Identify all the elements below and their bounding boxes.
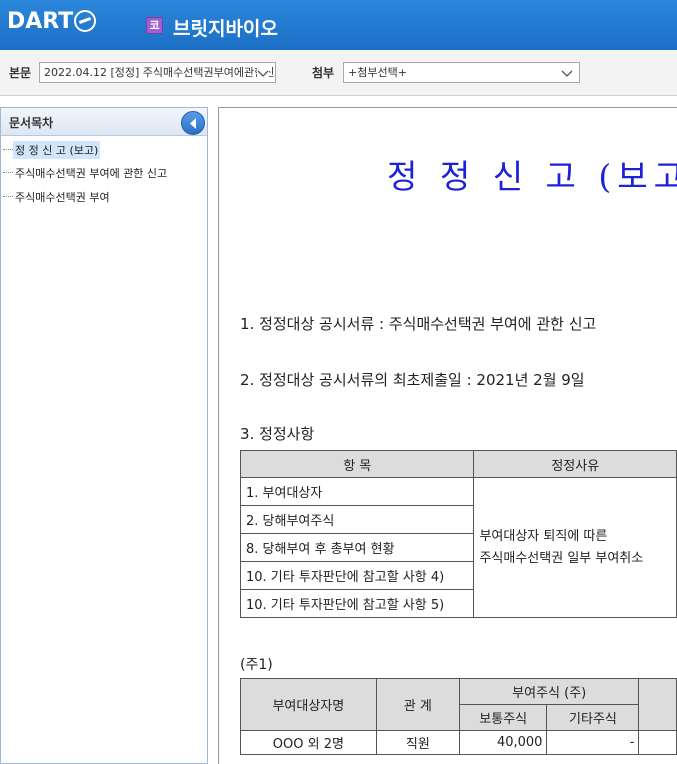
document-title: 정 정 신 고 (보고) <box>387 157 677 196</box>
table-row: 8. 당해부여 후 총부여 현황 <box>239 533 475 562</box>
toolbar: 본문 2022.04.12 [정정] 주식매수선택권부여에관한신고 첨부 +첨부… <box>0 50 677 96</box>
corp-type-badge: 코 <box>146 17 163 34</box>
toc-header: 문서목차 <box>1 108 207 136</box>
grantee-name: OOO 외 2명 <box>240 730 377 755</box>
toc-sidebar: 문서목차 정 정 신 고 (보고) 주식매수선택권 부여에 관한 신고 주식매수… <box>0 107 208 764</box>
correction-reason: 부여대상자 퇴직에 따른 주식매수선택권 일부 부여취소 <box>473 477 677 618</box>
document-view: 정 정 신 고 (보고) 1. 정정대상 공시서류 : 주식매수선택권 부여에 … <box>218 107 677 764</box>
grantee-other-shares: - <box>546 730 640 755</box>
table-header-reason: 정정사유 <box>473 450 677 478</box>
correction-items-table: 항 목 정정사유 1. 부여대상자 부여대상자 퇴직에 따른 주식매수선택권 일… <box>239 450 677 618</box>
dart-viewer: DART 코 브릿지바이오 본문 2022.04.12 [정정] 주식매수선택권… <box>0 0 677 764</box>
logo-emblem-icon <box>74 10 97 32</box>
header-cutoff <box>638 678 677 731</box>
grantee-common-shares: 40,000 <box>458 730 548 755</box>
body-label: 본문 <box>9 66 32 80</box>
reason-line: 주식매수선택권 일부 부여취소 <box>479 550 644 566</box>
original-submission-date: 2. 정정대상 공시서류의 최초제출일 : 2021년 2월 9일 <box>240 371 585 389</box>
note-label: (주1) <box>240 657 273 673</box>
reason-line: 부여대상자 퇴직에 따른 <box>479 528 608 544</box>
tree-line <box>3 172 13 173</box>
chevron-down-icon <box>257 67 269 79</box>
tree-line <box>3 149 13 150</box>
body-select[interactable]: 2022.04.12 [정정] 주식매수선택권부여에관한신고 <box>39 62 276 83</box>
grantee-table: 부여대상자명 관 계 부여주식 (주) 보통주식 기타주식 OOO 외 2명 직… <box>240 678 677 755</box>
tree-line <box>3 196 13 197</box>
body-select-value: 2022.04.12 [정정] 주식매수선택권부여에관한신고 <box>44 66 276 79</box>
header-granted-shares: 부여주식 (주) <box>458 678 640 705</box>
header-relation: 관 계 <box>375 678 460 731</box>
header-bar: DART 코 브릿지바이오 <box>0 0 677 50</box>
attach-label: 첨부 <box>312 66 335 80</box>
header-grantee-name: 부여대상자명 <box>240 678 377 731</box>
collapse-sidebar-button[interactable] <box>181 111 205 135</box>
chevron-down-icon <box>561 70 573 77</box>
logo-text: DART <box>7 8 74 34</box>
correction-items-heading: 3. 정정사항 <box>240 425 315 443</box>
grantee-cutoff-cell <box>638 730 677 755</box>
attach-select[interactable]: +첨부선택+ <box>343 62 580 83</box>
toc-item-label: 정 정 신 고 (보고) <box>13 141 101 159</box>
correction-target-doc: 1. 정정대상 공시서류 : 주식매수선택권 부여에 관한 신고 <box>240 315 597 333</box>
chevron-left-icon <box>190 118 196 129</box>
attach-select-value: +첨부선택+ <box>348 66 407 79</box>
toc-title: 문서목차 <box>9 116 54 130</box>
grantee-relation: 직원 <box>375 730 460 755</box>
table-header-item: 항 목 <box>239 450 475 478</box>
table-row: 10. 기타 투자판단에 참고할 사항 5) <box>239 589 475 618</box>
toc-item-label: 주식매수선택권 부여 <box>15 191 110 204</box>
header-other-shares: 기타주식 <box>546 704 640 731</box>
table-row: 10. 기타 투자판단에 참고할 사항 4) <box>239 561 475 590</box>
company-name: 브릿지바이오 <box>173 18 278 40</box>
table-row: 2. 당해부여주식 <box>239 505 475 534</box>
header-common-shares: 보통주식 <box>458 704 548 731</box>
toc-item-label: 주식매수선택권 부여에 관한 신고 <box>15 167 168 180</box>
table-row: 1. 부여대상자 <box>239 477 475 506</box>
dart-logo[interactable]: DART <box>7 6 97 36</box>
